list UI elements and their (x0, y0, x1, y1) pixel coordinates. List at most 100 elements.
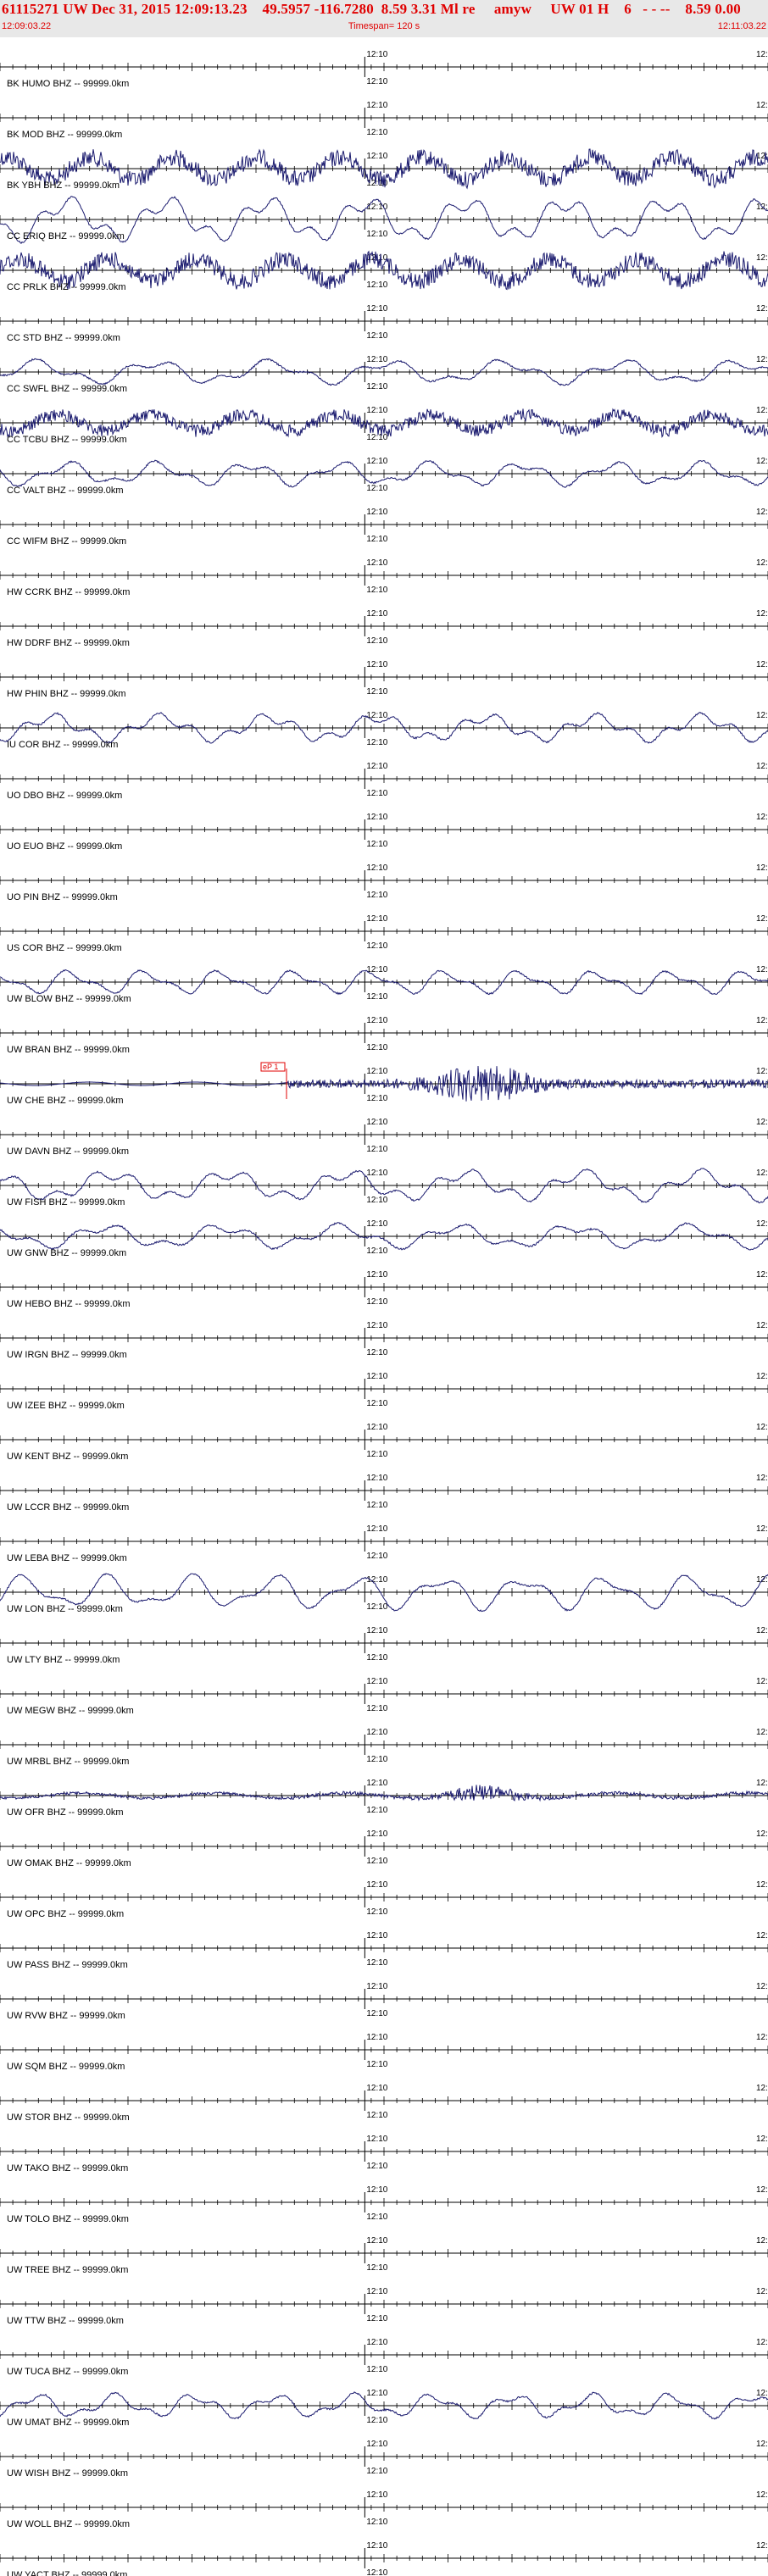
tick-label: 12:10 (366, 1145, 387, 1154)
tick-label: 12: (756, 2541, 768, 2551)
tick-label: 12:10 (366, 1094, 387, 1103)
pick-label: eP 1 (263, 1063, 278, 1071)
tick-label: 12:10 (366, 891, 387, 900)
tick-label: 12:10 (366, 230, 387, 239)
tick-marks (0, 1944, 768, 1952)
channel-label: UO EUO BHZ -- 99999.0km (7, 841, 122, 852)
tick-label: 12:10 (366, 457, 387, 466)
tick-label: 12: (756, 914, 768, 924)
channel-label: UW WISH BHZ -- 99999.0km (7, 2468, 128, 2479)
tick-label: 12:10 (366, 2263, 387, 2273)
tick-label: 12:10 (366, 586, 387, 595)
tick-marks (0, 114, 768, 122)
tick-marks (0, 1130, 768, 1139)
tick-label: 12:10 (366, 2060, 387, 2069)
tick-marks (0, 469, 768, 478)
tick-label: 12:10 (366, 1907, 387, 1917)
tick-label: 12: (756, 2338, 768, 2347)
tick-label: 12:10 (366, 1982, 387, 1991)
channel-label: UW WOLL BHZ -- 99999.0km (7, 2519, 130, 2529)
tick-label: 12:10 (366, 1016, 387, 1025)
tick-label: 12:10 (366, 992, 387, 1002)
channel-label: UW HEBO BHZ -- 99999.0km (7, 1299, 130, 1309)
tick-label: 12:10 (366, 840, 387, 849)
tick-marks (0, 1842, 768, 1851)
tick-marks (0, 1588, 768, 1596)
tick-label: 12:10 (366, 2440, 387, 2449)
tick-marks (0, 673, 768, 681)
tick-marks (0, 2300, 768, 2308)
tick-label: 12: (756, 2185, 768, 2195)
channel-label: HW PHIN BHZ -- 99999.0km (7, 689, 126, 699)
tick-marks (0, 1537, 768, 1546)
channel-label: CC VALT BHZ -- 99999.0km (7, 486, 124, 496)
channel-label: UW IRGN BHZ -- 99999.0km (7, 1350, 127, 1360)
tick-label: 12:10 (366, 2084, 387, 2093)
channel-label: UW OPC BHZ -- 99999.0km (7, 1909, 124, 1919)
tick-marks (0, 1893, 768, 1901)
channel-label: UW LON BHZ -- 99999.0km (7, 1604, 123, 1614)
tick-label: 12:10 (366, 738, 387, 747)
tick-label: 12:10 (366, 2490, 387, 2500)
tick-label: 12: (756, 253, 768, 263)
tick-marks (0, 266, 768, 275)
tick-label: 12:10 (366, 2541, 387, 2551)
tick-label: 12:10 (366, 280, 387, 290)
tick-marks (0, 724, 768, 732)
channel-label: UW TTW BHZ -- 99999.0km (7, 2316, 124, 2326)
tick-marks (0, 2147, 768, 2156)
tick-marks (0, 978, 768, 986)
tick-label: 12:10 (366, 1677, 387, 1686)
tick-label: 12:10 (366, 789, 387, 798)
tick-marks (0, 1029, 768, 1037)
tick-label: 12: (756, 813, 768, 822)
channel-label: CC SWFL BHZ -- 99999.0km (7, 384, 127, 394)
tick-label: 12: (756, 1474, 768, 1483)
tick-label: 12:10 (366, 2135, 387, 2144)
tick-label: 12:10 (366, 101, 387, 110)
tick-label: 12:10 (366, 1524, 387, 1534)
tick-label: 12:10 (366, 2389, 387, 2398)
tick-label: 12: (756, 1982, 768, 1991)
tick-label: 12:10 (366, 406, 387, 415)
tick-label: 12: (756, 863, 768, 873)
channel-label: UW TUCA BHZ -- 99999.0km (7, 2367, 128, 2377)
tick-label: 12:10 (366, 2009, 387, 2018)
tick-marks (0, 825, 768, 834)
channel-label: UW GNW BHZ -- 99999.0km (7, 1248, 126, 1258)
channel-label: CC WIFM BHZ -- 99999.0km (7, 536, 126, 547)
channel-label: UW CHE BHZ -- 99999.0km (7, 1096, 124, 1106)
tick-label: 12: (756, 1016, 768, 1025)
channel-label: UW PASS BHZ -- 99999.0km (7, 1960, 128, 1970)
tick-label: 12:10 (366, 152, 387, 161)
tick-marks (0, 1385, 768, 1393)
tick-marks (0, 1334, 768, 1342)
tick-label: 12:10 (366, 535, 387, 544)
tick-marks (0, 1283, 768, 1291)
tick-label: 12:10 (366, 77, 387, 86)
tick-label: 12:10 (366, 914, 387, 924)
tick-label: 12:10 (366, 355, 387, 364)
tick-label: 12:10 (366, 1806, 387, 1815)
channel-label: UW IZEE BHZ -- 99999.0km (7, 1401, 125, 1411)
tick-label: 12:10 (366, 636, 387, 646)
tick-label: 12:10 (366, 508, 387, 517)
tick-label: 12: (756, 50, 768, 59)
tick-label: 12: (756, 1779, 768, 1788)
tick-label: 12:10 (366, 433, 387, 442)
tick-label: 12:10 (366, 762, 387, 771)
tick-label: 12:10 (366, 2033, 387, 2042)
tick-label: 12: (756, 406, 768, 415)
tick-label: 12:10 (366, 863, 387, 873)
tick-marks (0, 520, 768, 529)
tick-label: 12:10 (366, 1704, 387, 1713)
channel-label: CC ERIQ BHZ -- 99999.0km (7, 231, 125, 242)
tick-label: 12:10 (366, 1118, 387, 1127)
tick-marks (0, 368, 768, 376)
tick-label: 12:10 (366, 2416, 387, 2425)
tick-label: 12: (756, 1423, 768, 1432)
tick-label: 12:10 (366, 2111, 387, 2120)
seismogram-plot: 12:10 12:10 12: BK HUMO BHZ -- 99999.0km 12:… (0, 50, 768, 2576)
channel-label: UW OFR BHZ -- 99999.0km (7, 1807, 124, 1818)
channel-label: UW MRBL BHZ -- 99999.0km (7, 1757, 129, 1767)
